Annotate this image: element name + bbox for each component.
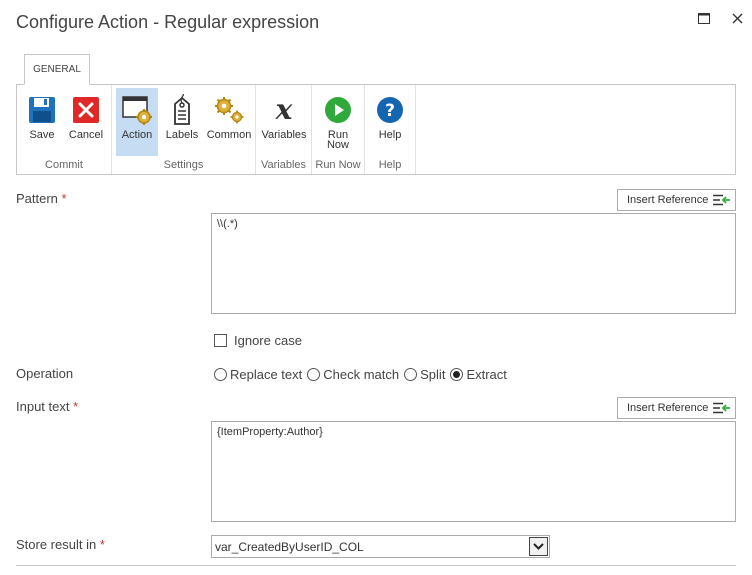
tab-general[interactable]: GENERAL (24, 54, 90, 85)
help-label: Help (378, 129, 402, 141)
pattern-label-text: Pattern (16, 191, 58, 206)
operation-option-extract[interactable]: Extract (450, 367, 507, 382)
ignore-case-row: Ignore case (214, 333, 302, 348)
play-icon (325, 97, 351, 123)
ribbon-group-variables: x Variables Variables (256, 85, 312, 174)
ribbon: Save Cancel Commit Action Labels Common … (16, 84, 736, 175)
labels-button[interactable]: Labels (160, 88, 204, 156)
radio-label-replace-text: Replace text (230, 367, 303, 382)
radio-split[interactable] (404, 368, 418, 381)
save-button[interactable]: Save (22, 88, 62, 156)
variable-x-icon: x (275, 95, 293, 125)
operation-option-split[interactable]: Split (404, 367, 445, 382)
variables-button[interactable]: x Variables (259, 88, 309, 156)
maximize-icon (698, 12, 710, 24)
required-marker: * (99, 537, 105, 552)
common-button[interactable]: Common (204, 88, 254, 156)
ribbon-group-settings: Action Labels Common Settings (112, 85, 256, 174)
operation-radio-group: Replace text Check match Split Extract (214, 367, 512, 382)
group-label-variables: Variables (260, 159, 307, 171)
insert-reference-button-input[interactable]: Insert Reference (617, 397, 736, 419)
store-result-select[interactable]: var_CreatedByUserID_COL (211, 535, 550, 558)
ignore-case-checkbox[interactable] (214, 334, 227, 347)
radio-check-match[interactable] (307, 368, 321, 381)
dropdown-arrow[interactable] (529, 537, 548, 556)
radio-replace-text[interactable] (214, 368, 227, 381)
insert-reference-icon (713, 194, 731, 206)
svg-text:x: x (275, 95, 293, 125)
insert-reference-button-pattern[interactable]: Insert Reference (617, 189, 736, 211)
close-icon (732, 13, 742, 23)
group-label-help: Help (378, 159, 402, 171)
ribbon-group-help: ? Help Help (365, 85, 416, 174)
cancel-button[interactable]: Cancel (65, 88, 107, 156)
radio-label-check-match: Check match (323, 367, 400, 382)
tag-icon (174, 94, 190, 125)
store-result-field-label: Store result in * (16, 537, 105, 552)
floppy-disk-icon (29, 97, 55, 123)
divider (16, 565, 736, 566)
maximize-button[interactable] (694, 8, 714, 28)
required-marker: * (61, 191, 67, 206)
svg-text:?: ? (385, 101, 395, 121)
radio-label-split: Split (420, 367, 446, 382)
common-label: Common (206, 129, 252, 141)
group-label-commit: Commit (45, 159, 83, 171)
insert-reference-label: Insert Reference (627, 194, 709, 206)
required-marker: * (73, 399, 79, 414)
input-text-field-label: Input text * (16, 399, 78, 414)
ribbon-group-commit: Save Cancel Commit (17, 85, 112, 174)
radio-label-extract: Extract (466, 367, 507, 382)
operation-field-label: Operation (16, 366, 74, 381)
gear-window-icon (122, 96, 152, 125)
operation-option-replace-text[interactable]: Replace text (214, 367, 302, 382)
run-now-button[interactable]: Run Now (315, 88, 361, 156)
input-text-label-text: Input text (16, 399, 70, 414)
action-button[interactable]: Action (116, 88, 158, 156)
ignore-case-label: Ignore case (234, 333, 302, 348)
insert-reference-label: Insert Reference (627, 402, 709, 414)
store-result-label-text: Store result in (16, 537, 97, 552)
operation-option-check-match[interactable]: Check match (307, 367, 399, 382)
group-label-settings: Settings (163, 159, 204, 171)
close-button[interactable] (727, 8, 747, 28)
ribbon-group-run-now: Run Now Run Now (312, 85, 365, 174)
help-question-icon: ? (377, 97, 403, 123)
pattern-field-label: Pattern * (16, 191, 67, 206)
store-result-value: var_CreatedByUserID_COL (215, 539, 364, 554)
radio-extract[interactable] (450, 368, 464, 381)
run-now-label: Run Now (326, 129, 349, 151)
gears-icon (215, 97, 244, 124)
help-button[interactable]: ? Help (368, 88, 412, 156)
insert-reference-icon (713, 402, 731, 414)
dialog-title: Configure Action - Regular expression (16, 12, 320, 32)
red-x-icon (73, 97, 99, 123)
chevron-down-icon (533, 543, 544, 550)
group-label-run-now: Run Now (315, 159, 361, 171)
pattern-input[interactable]: \\(.*) (211, 213, 736, 314)
variables-label: Variables (261, 129, 307, 141)
input-text-input[interactable]: {ItemProperty:Author} (211, 421, 736, 522)
